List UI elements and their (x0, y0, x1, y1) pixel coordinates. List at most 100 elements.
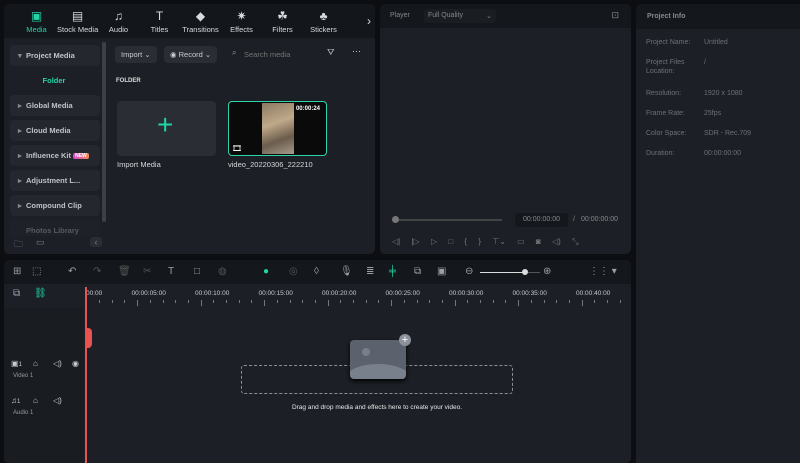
sidebar-item-adjustment-layer[interactable]: ▸ Adjustment L... (10, 170, 100, 191)
ruler-tick (276, 300, 278, 303)
import-button[interactable]: Import ⌄ (115, 46, 157, 63)
info-row-project-name: Project Name: Untitled (646, 39, 728, 46)
delete-icon[interactable]: 🗑 (118, 266, 131, 277)
snap-icon[interactable]: ╪ (389, 266, 396, 277)
chevron-down-icon: ⌄ (204, 50, 212, 59)
sidebar-item-project-media[interactable]: ▾ Project Media (10, 45, 100, 66)
eye-icon[interactable]: ◉ (72, 359, 79, 368)
tab-filters[interactable]: ☘ Filters (262, 4, 303, 38)
mark-in-icon[interactable]: { (464, 237, 467, 246)
render-icon[interactable]: ◎ (289, 266, 298, 277)
tab-effects[interactable]: ✷ Effects (221, 4, 262, 38)
display-icon[interactable]: ▭ (517, 237, 525, 246)
track-header-audio: ♫1 ⌂ ◁) Audio 1 (4, 390, 84, 420)
audio-edit-icon[interactable]: ≣ (366, 266, 374, 277)
volume-icon[interactable]: ◁) (53, 396, 62, 405)
ruler-label: 00:00 (86, 290, 103, 297)
marker-icon[interactable]: ◊ (314, 266, 319, 277)
tab-transitions[interactable]: ◆ Transitions (180, 4, 221, 38)
ruler-label: 00:00:30:00 (449, 290, 484, 297)
ruler-tick (302, 300, 304, 303)
video-track-icon: ▣1 (11, 359, 22, 368)
microphone-icon[interactable]: 🎙 (340, 266, 353, 277)
project-info-title: Project Info (636, 4, 800, 29)
expand-icon: ▸ (18, 176, 22, 185)
ruler-label: 00:00:25:00 (385, 290, 420, 297)
play-icon[interactable]: ▷ (431, 237, 437, 246)
volume-icon[interactable]: ◁) (552, 237, 561, 246)
new-folder-icon[interactable]: 🗀 (14, 237, 23, 253)
zoom-in-icon[interactable]: ⊕ (543, 266, 551, 277)
sidebar-item-cloud-media[interactable]: ▸ Cloud Media (10, 120, 100, 141)
ruler-tick (340, 300, 342, 303)
volume-icon[interactable]: ◁) (53, 359, 62, 368)
tab-stickers[interactable]: ♣ Stickers (303, 4, 344, 38)
pip-icon[interactable]: ⧉ (414, 266, 421, 277)
ruler-tick (403, 300, 405, 303)
tab-media[interactable]: ▣ Media (16, 4, 57, 38)
more-tabs-chevron-icon[interactable]: › (367, 14, 371, 28)
expand-icon: ▸ (18, 151, 22, 160)
playhead[interactable] (85, 287, 87, 463)
color-icon[interactable]: ◍ (218, 266, 227, 277)
ruler-tick (213, 300, 215, 303)
snapshot-icon[interactable]: ◙ (536, 237, 541, 246)
folder-icon[interactable]: ▭ (36, 237, 45, 248)
more-options-icon[interactable]: ··· (352, 46, 361, 56)
stop-icon[interactable]: □ (448, 237, 453, 246)
select-tool-icon[interactable]: ⬚ (32, 266, 41, 277)
sidebar-item-folder[interactable]: Folder (8, 70, 100, 92)
current-time[interactable]: 00:00:00:00 (515, 213, 568, 227)
quality-select[interactable]: Full Quality ⌄ (424, 9, 496, 23)
ruler-tick (429, 300, 431, 303)
video-clip-thumbnail[interactable]: 00:00:24 🎞 (228, 101, 327, 156)
lock-icon[interactable]: ⌂ (33, 396, 38, 405)
storyboard-icon[interactable]: ▣ (437, 266, 446, 277)
mark-out-icon[interactable]: } (478, 237, 481, 246)
next-frame-icon[interactable]: |▷ (411, 237, 419, 246)
grid-menu-icon[interactable]: ⋮⋮ ▾ (589, 266, 617, 277)
crop-icon[interactable]: □ (194, 266, 200, 277)
sidebar-scrollbar[interactable] (102, 42, 106, 222)
sidebar-item-influence-kit[interactable]: ▸ Influence Kit NEW (10, 145, 100, 166)
zoom-out-icon[interactable]: ⊖ (465, 266, 473, 277)
prev-frame-icon[interactable]: ◁| (392, 237, 400, 246)
import-media-tile[interactable]: + (117, 101, 216, 156)
playback-slider[interactable] (395, 219, 502, 221)
tab-stock-media[interactable]: ▤ Stock Media (57, 4, 98, 38)
collapse-icon: ▾ (18, 51, 22, 60)
chevron-down-icon: ⌄ (144, 50, 151, 59)
clip-duration: 00:00:24 (295, 106, 320, 112)
search-input[interactable] (244, 46, 324, 63)
sidebar-item-global-media[interactable]: ▸ Global Media (10, 95, 100, 116)
redo-icon[interactable]: ↷ (93, 266, 101, 277)
info-row-color-space: Color Space: SDR - Rec.709 (646, 130, 752, 137)
link-icon[interactable]: ⛓ (34, 288, 47, 299)
sidebar-item-compound-clip[interactable]: ▸ Compound Clip (10, 195, 100, 216)
fullscreen-icon[interactable]: ⤡ (572, 237, 578, 246)
ai-mate-icon[interactable]: ● (263, 266, 269, 277)
cut-icon[interactable]: ✂ (143, 266, 151, 277)
undo-icon[interactable]: ↶ (68, 266, 76, 277)
marker-icon[interactable]: ⊤⌄ (492, 237, 506, 246)
clip-name: video_20220306_222210 (228, 160, 313, 169)
music-note-icon: ♫ (114, 9, 123, 23)
ruler-tick (543, 300, 545, 303)
tab-audio[interactable]: ♫ Audio (98, 4, 139, 38)
tab-titles[interactable]: T Titles (139, 4, 180, 38)
zoom-slider-handle[interactable] (522, 269, 528, 275)
ruler-label: 00:00:10:00 (195, 290, 230, 297)
lock-icon[interactable]: ⌂ (33, 359, 38, 368)
filter-icon[interactable]: ⛛ (327, 47, 335, 58)
record-button[interactable]: ◉ Record ⌄ (164, 46, 218, 63)
time-separator: / (573, 216, 575, 223)
text-icon[interactable]: T (168, 266, 174, 277)
playback-slider-handle[interactable] (392, 216, 399, 223)
zoom-slider[interactable] (480, 269, 540, 275)
playhead-handle[interactable] (85, 328, 92, 348)
collapse-sidebar-icon[interactable]: ‹ (90, 237, 102, 247)
waveform-icon[interactable]: ⊡ (611, 10, 619, 21)
ruler-label: 00:00:15:00 (258, 290, 293, 297)
layout-icon[interactable]: ⊞ (13, 266, 21, 277)
add-track-icon[interactable]: ⧉ (13, 288, 20, 299)
